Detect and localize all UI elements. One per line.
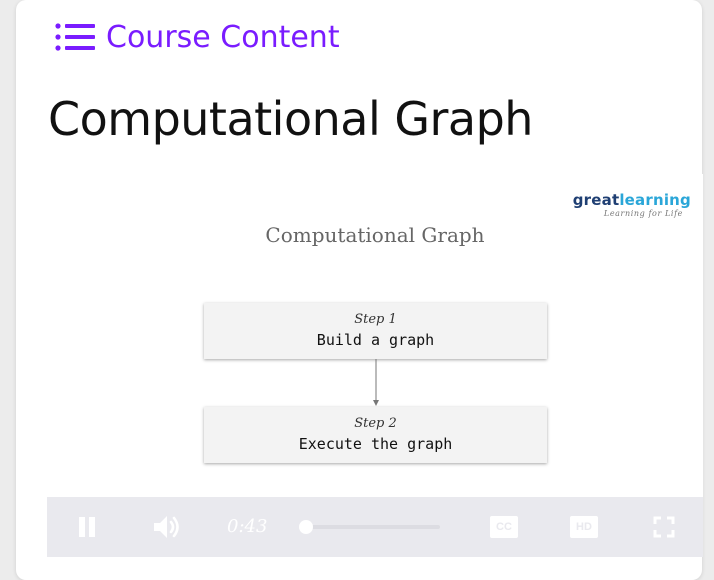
- progress-knob[interactable]: [299, 520, 313, 534]
- video-player[interactable]: greatlearning Learning for Life Computat…: [47, 174, 703, 557]
- brand-logo: greatlearning Learning for Life: [572, 191, 691, 219]
- fullscreen-button[interactable]: [649, 497, 679, 557]
- course-content-link[interactable]: Course Content: [54, 16, 340, 58]
- volume-icon: [154, 516, 179, 538]
- volume-button[interactable]: [149, 497, 185, 557]
- hd-button[interactable]: HD: [567, 497, 601, 557]
- video-controls: 0:43 CC HD: [47, 497, 703, 557]
- time-display: 0:43: [227, 516, 268, 537]
- brand-tagline: Learning for Life: [603, 209, 683, 218]
- lesson-card: Course Content Computational Graph great…: [16, 0, 703, 580]
- cc-icon: CC: [490, 516, 518, 538]
- pause-button[interactable]: [71, 497, 103, 557]
- progress-track[interactable]: [305, 525, 440, 529]
- fullscreen-icon: [653, 516, 675, 538]
- list-icon: [55, 23, 95, 51]
- slide-title: Computational Graph: [265, 223, 485, 247]
- step-box-1: Step 1 Build a graph: [204, 303, 547, 359]
- pause-icon: [79, 517, 95, 537]
- step-text: Execute the graph: [298, 435, 453, 453]
- step-text: Build a graph: [316, 331, 435, 349]
- arrow-connector: [373, 359, 379, 406]
- page-title: Computational Graph: [48, 92, 533, 146]
- brand-name: greatlearning: [572, 191, 691, 209]
- course-content-label: Course Content: [106, 19, 340, 55]
- step-box-2: Step 2 Execute the graph: [204, 407, 547, 463]
- captions-button[interactable]: CC: [487, 497, 521, 557]
- step-label: Step 1: [354, 312, 397, 327]
- step-label: Step 2: [354, 416, 397, 431]
- hd-icon: HD: [570, 516, 598, 538]
